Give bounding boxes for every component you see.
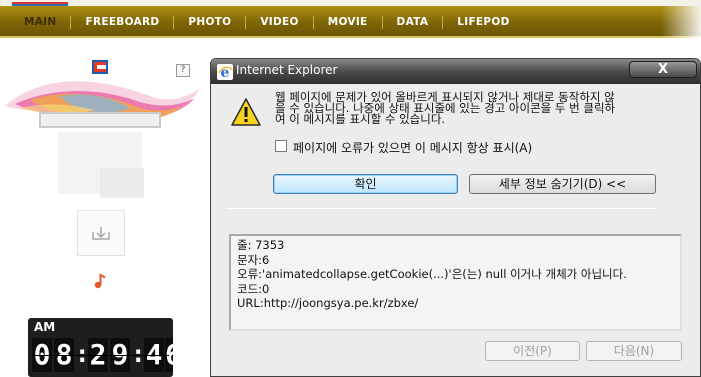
detail-line: 문자:6 bbox=[237, 252, 270, 267]
left-sidebar: ? AM 0 8 : 2 9 : 4 6 bbox=[0, 40, 205, 377]
nav-item-freeboard[interactable]: FREEBOARD bbox=[71, 16, 173, 28]
help-button[interactable]: ? bbox=[176, 64, 190, 77]
close-button[interactable]: X bbox=[629, 61, 697, 78]
nav-item-video[interactable]: VIDEO bbox=[246, 16, 312, 28]
page: MAIN FREEBOARD PHOTO VIDEO MOVIE DATA LI… bbox=[0, 0, 701, 377]
nav-list: MAIN FREEBOARD PHOTO VIDEO MOVIE DATA LI… bbox=[10, 6, 524, 38]
clock-divider-line bbox=[32, 355, 169, 356]
placeholder-block bbox=[100, 168, 144, 198]
nav-item-data[interactable]: DATA bbox=[383, 16, 443, 28]
main-navbar: MAIN FREEBOARD PHOTO VIDEO MOVIE DATA LI… bbox=[0, 6, 701, 38]
nav-item-movie[interactable]: MOVIE bbox=[314, 16, 382, 28]
music-note-icon[interactable] bbox=[91, 272, 109, 290]
error-details-box[interactable]: 줄: 7353 문자:6 오류:'animatedcollapse.getCoo… bbox=[229, 234, 682, 331]
hide-details-button[interactable]: 세부 정보 숨기기(D) << bbox=[469, 174, 656, 194]
dialog-divider bbox=[227, 208, 657, 209]
next-button[interactable]: 다음(N) bbox=[586, 341, 682, 361]
swirl-artwork bbox=[5, 81, 200, 128]
ie-error-dialog: e Internet Explorer X 웹 페이지에 문제가 있어 올바르게… bbox=[210, 58, 701, 377]
clock-ampm: AM bbox=[34, 320, 56, 334]
dialog-title: Internet Explorer bbox=[236, 63, 338, 77]
dialog-body: 웹 페이지에 문제가 있어 올바르게 표시되지 않거나 제대로 동작하지 않 을… bbox=[211, 84, 700, 376]
previous-button[interactable]: 이전(P) bbox=[485, 341, 580, 361]
error-message: 웹 페이지에 문제가 있어 올바르게 표시되지 않거나 제대로 동작하지 않 을… bbox=[275, 91, 665, 126]
nav-item-main[interactable]: MAIN bbox=[10, 16, 70, 28]
download-button[interactable] bbox=[77, 210, 125, 256]
always-show-label: 페이지에 오류가 있으면 이 메시지 항상 표시(A) bbox=[293, 141, 533, 155]
site-logo-icon bbox=[92, 60, 108, 74]
detail-line: 오류:'animatedcollapse.getCookie(...)'은(는)… bbox=[237, 267, 627, 281]
always-show-checkbox[interactable] bbox=[275, 140, 287, 152]
warning-icon bbox=[231, 98, 261, 126]
digital-clock: AM 0 8 : 2 9 : 4 6 bbox=[28, 318, 173, 377]
ok-button[interactable]: 확인 bbox=[273, 174, 458, 194]
nav-item-lifepod[interactable]: LIFEPOD bbox=[443, 16, 523, 28]
dialog-titlebar[interactable]: e Internet Explorer X bbox=[211, 59, 700, 84]
detail-line: URL:http://joongsya.pe.kr/zbxe/ bbox=[237, 296, 419, 310]
detail-line: 코드:0 bbox=[237, 281, 270, 296]
error-message-line: 여 이 메시지를 표시할 수 있습니다. bbox=[275, 112, 446, 126]
nav-fade bbox=[661, 6, 701, 38]
nav-item-photo[interactable]: PHOTO bbox=[174, 16, 245, 28]
download-icon bbox=[92, 227, 110, 240]
internet-explorer-icon: e bbox=[217, 64, 233, 80]
detail-line: 줄: 7353 bbox=[237, 238, 285, 252]
